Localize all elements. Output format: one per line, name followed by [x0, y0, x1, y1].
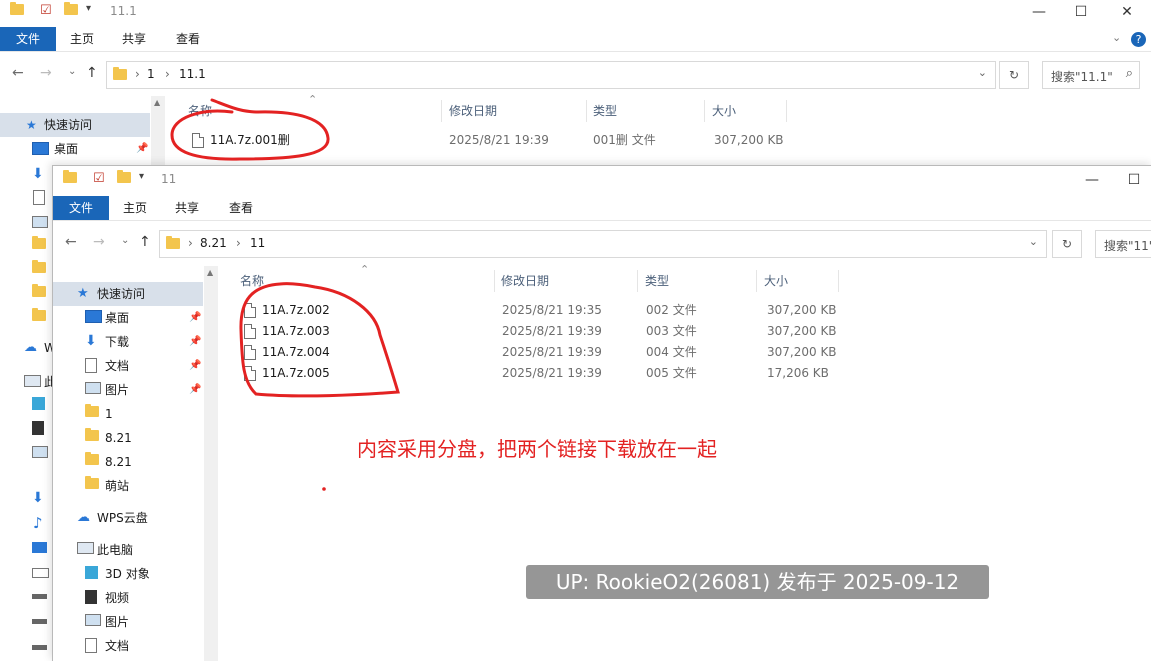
annotation-strokes: [170, 98, 400, 491]
circle-mark: [239, 282, 400, 398]
annotation-text: 内容采用分盘，把两个链接下载放在一起: [357, 437, 717, 461]
dot-mark: [322, 487, 326, 491]
circle-mark: [170, 98, 330, 161]
watermark: UP: RookieO2(26081) 发布于 2025-09-12: [526, 565, 989, 599]
